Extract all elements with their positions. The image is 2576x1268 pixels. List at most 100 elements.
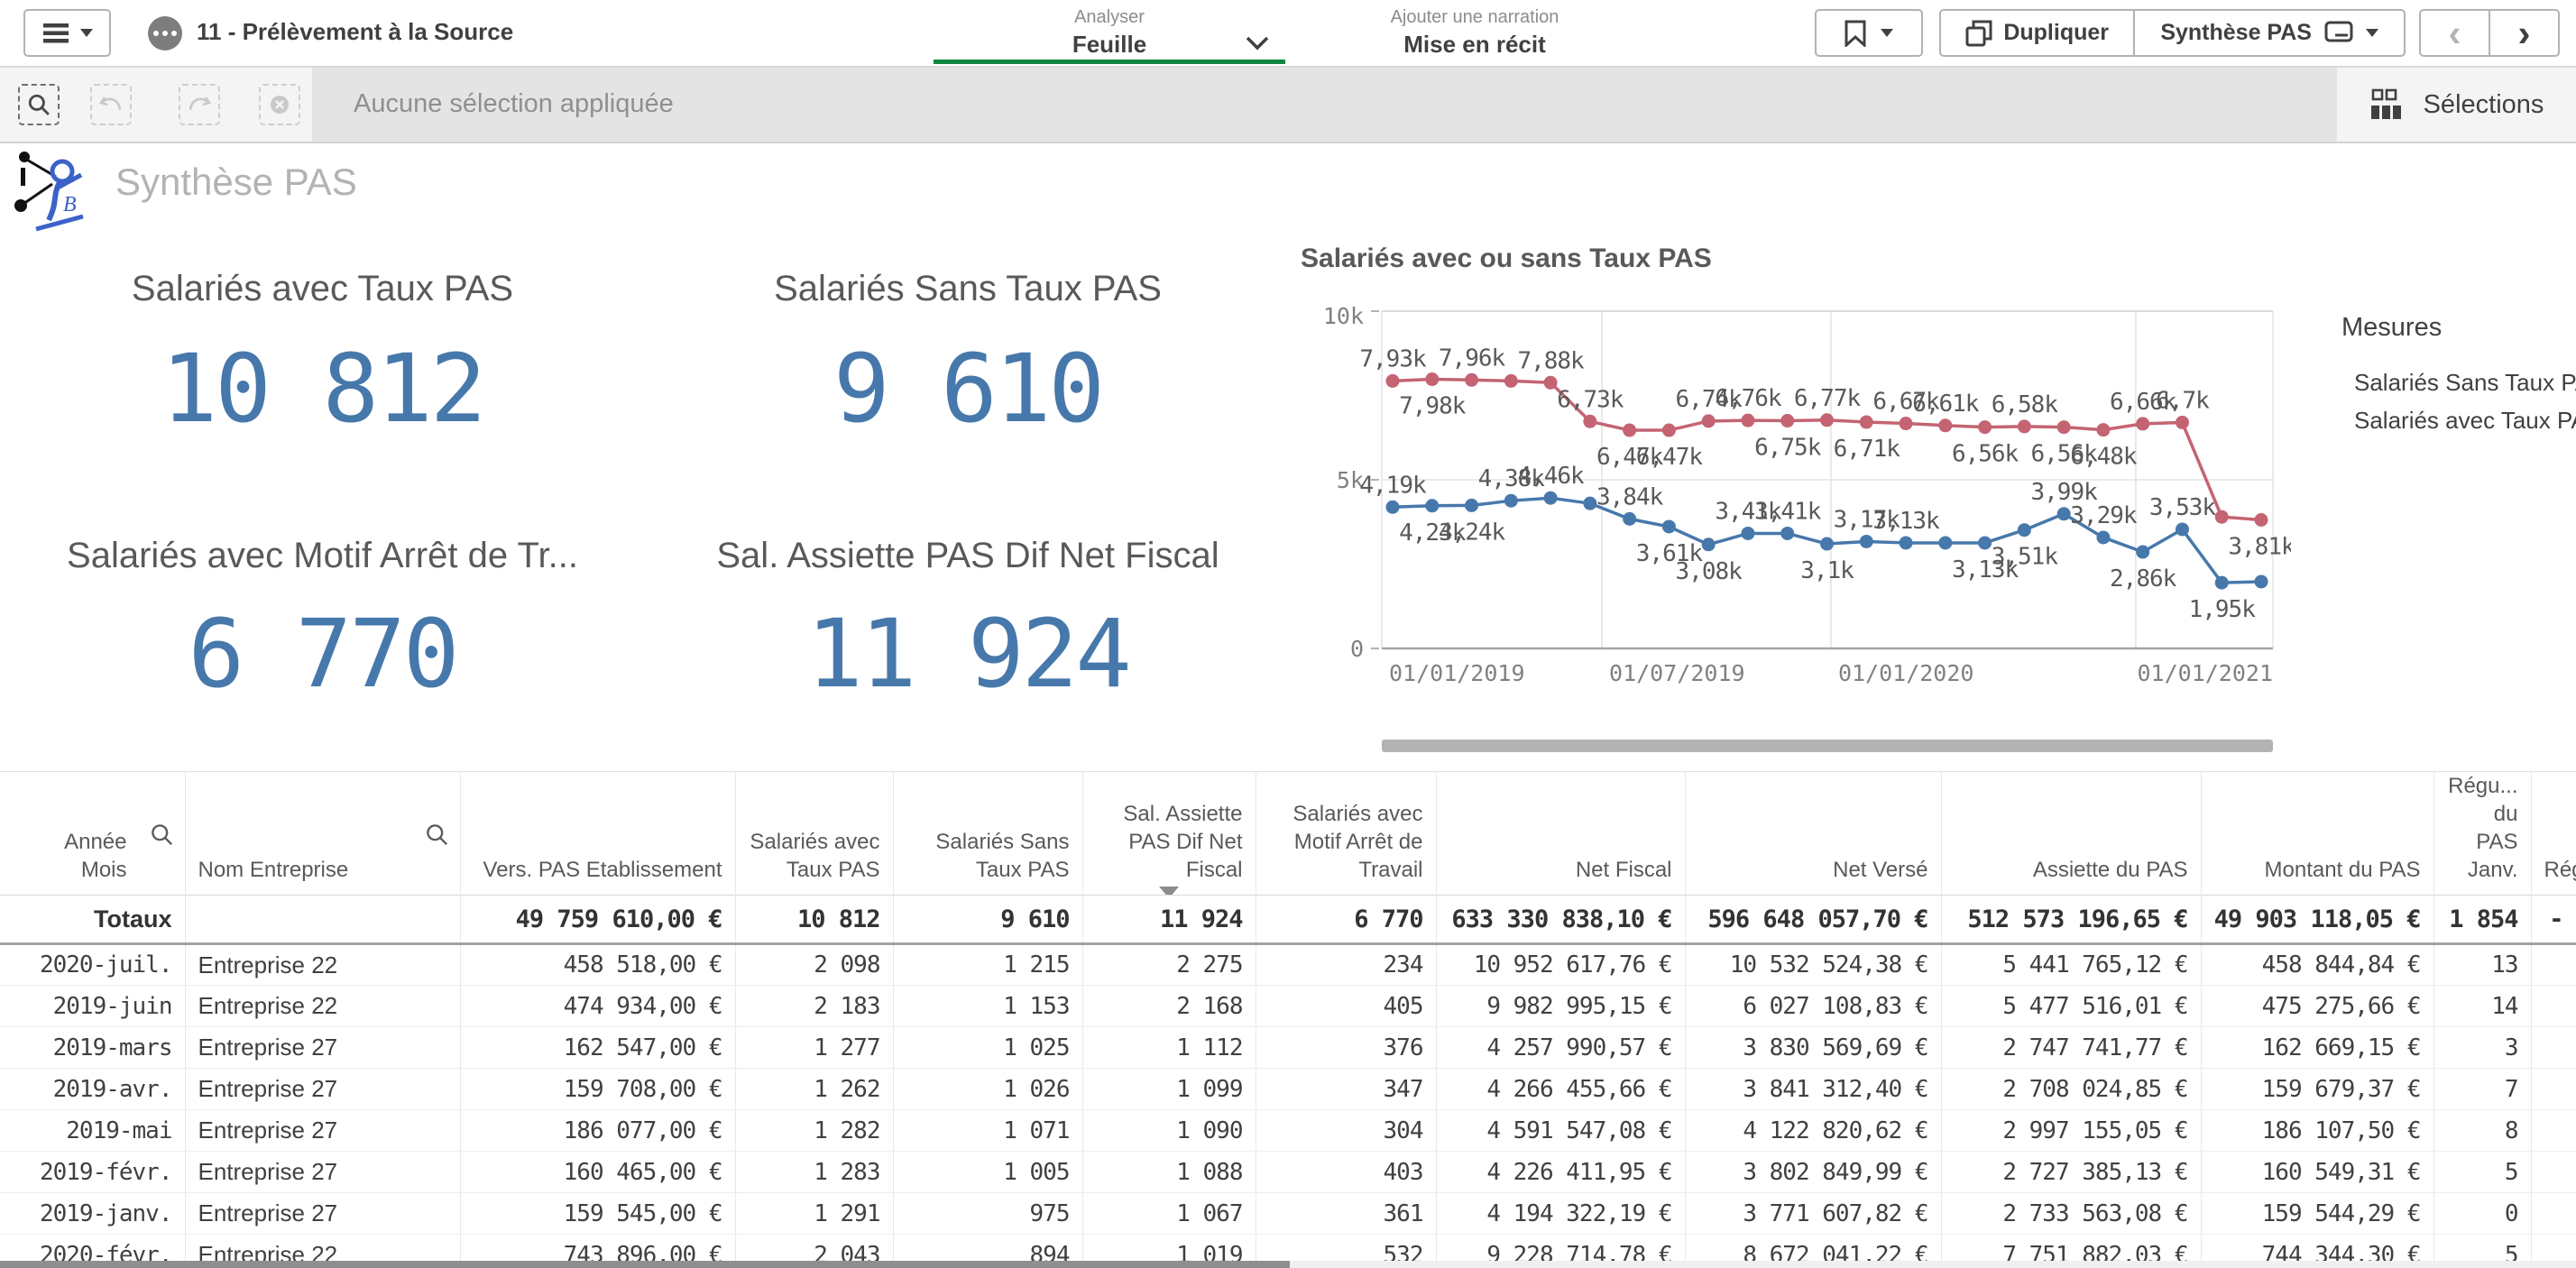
sort-descending-icon xyxy=(1159,887,1179,896)
table-cell: 1 067 xyxy=(1082,1193,1256,1235)
totals-cell: 633 330 838,10 € xyxy=(1436,896,1685,944)
smart-search-button[interactable] xyxy=(18,84,60,125)
column-header[interactable]: Salariés avec Taux PAS xyxy=(735,772,893,896)
hamburger-menu-icon xyxy=(42,23,69,44)
table-cell: 2 168 xyxy=(1082,986,1256,1027)
totals-cell: 9 610 xyxy=(893,896,1082,944)
table-scrollbar-thumb[interactable] xyxy=(0,1261,1290,1268)
table-cell: 361 xyxy=(1256,1193,1436,1235)
selections-panel-button[interactable]: Sélections xyxy=(2337,68,2576,142)
column-header[interactable]: Net Fiscal xyxy=(1436,772,1685,896)
table-cell[interactable]: Entreprise 22 xyxy=(185,986,460,1027)
table-cell[interactable]: 2019-janv. xyxy=(0,1193,185,1235)
svg-text:7,98k: 7,98k xyxy=(1399,393,1467,420)
table-cell: 405 xyxy=(1256,986,1436,1027)
bookmark-button[interactable] xyxy=(1815,9,1923,57)
duplicate-icon xyxy=(1965,20,1992,47)
table-cell: 1 262 xyxy=(735,1069,893,1110)
table-cell: 3 771 607,82 € xyxy=(1685,1193,1941,1235)
legend-item[interactable]: Salariés Sans Taux PAS xyxy=(2341,363,2574,401)
table-cell[interactable]: 2019-juin xyxy=(0,986,185,1027)
legend-item-label: Salariés Sans Taux PAS xyxy=(2354,369,2576,397)
next-sheet-button[interactable]: › xyxy=(2490,11,2558,55)
line-chart-plot[interactable]: 10k5k001/01/201901/07/201901/01/202001/0… xyxy=(1299,296,2291,702)
chevron-down-icon xyxy=(2366,29,2378,37)
column-header[interactable]: Régu... du PAS Janv. xyxy=(2433,772,2531,896)
kpi-value-motif-arret: 6 770 xyxy=(5,586,640,721)
redo-selection-button[interactable] xyxy=(179,84,220,125)
table-cell: 475 275,66 € xyxy=(2201,986,2433,1027)
svg-text:6,71k: 6,71k xyxy=(1834,436,1901,463)
svg-text:4,46k: 4,46k xyxy=(1517,463,1585,490)
svg-text:3,41k: 3,41k xyxy=(1754,498,1822,525)
kpi-label-salaries-avec-taux: Salariés avec Taux PAS xyxy=(5,269,640,314)
bookmark-icon xyxy=(1845,20,1866,47)
column-header[interactable]: Sal. Assiette PAS Dif Net Fiscal xyxy=(1082,772,1256,896)
svg-text:6,75k: 6,75k xyxy=(1754,435,1822,462)
column-search-icon[interactable] xyxy=(150,822,174,854)
totals-cell: 596 648 057,70 € xyxy=(1685,896,1941,944)
table-cell[interactable]: Entreprise 22 xyxy=(185,944,460,986)
table-row: 2019-marsEntreprise 27162 547,00 €1 2771… xyxy=(0,1027,2576,1069)
column-header[interactable]: Salariés avec Motif Arrêt de Travail xyxy=(1256,772,1436,896)
duplicate-button[interactable]: Dupliquer xyxy=(1941,11,2135,55)
sheet-actions-group: Dupliquer Synthèse PAS xyxy=(1939,9,2406,57)
table-cell[interactable]: 2020-juil. xyxy=(0,944,185,986)
tab-narration[interactable]: Ajouter une narration Mise en récit xyxy=(1299,5,1651,60)
undo-selection-button[interactable] xyxy=(90,84,132,125)
table-cell[interactable]: 2019-mai xyxy=(0,1110,185,1152)
column-header[interactable]: Assiette du PAS xyxy=(1941,772,2201,896)
column-header[interactable]: Rég xyxy=(2531,772,2576,896)
previous-sheet-button[interactable]: ‹ xyxy=(2421,11,2490,55)
legend-item[interactable]: Salariés avec Taux PAS xyxy=(2341,401,2574,439)
global-menu-button[interactable] xyxy=(23,9,111,57)
table-cell: 2 275 xyxy=(1082,944,1256,986)
table-cell: 2 997 155,05 € xyxy=(1941,1110,2201,1152)
table-cell xyxy=(2531,1110,2576,1152)
table-cell: 2 098 xyxy=(735,944,893,986)
svg-text:6,56k: 6,56k xyxy=(1952,441,2019,468)
totals-cell: - xyxy=(2531,896,2576,944)
selections-panel-label: Sélections xyxy=(2424,90,2544,120)
chart-horizontal-scrollbar[interactable] xyxy=(1382,740,2273,752)
table-cell: 1 277 xyxy=(735,1027,893,1069)
table-cell[interactable]: Entreprise 27 xyxy=(185,1152,460,1193)
column-header[interactable]: Nom Entreprise xyxy=(185,772,460,896)
table-cell[interactable]: Entreprise 27 xyxy=(185,1069,460,1110)
table-cell: 2 747 741,77 € xyxy=(1941,1027,2201,1069)
table-cell: 160 465,00 € xyxy=(460,1152,735,1193)
clear-selections-button[interactable] xyxy=(259,84,300,125)
table-cell: 14 xyxy=(2433,986,2531,1027)
column-header[interactable]: Montant du PAS xyxy=(2201,772,2433,896)
kpi-label-assiette-dif: Sal. Assiette PAS Dif Net Fiscal xyxy=(652,536,1283,581)
column-header[interactable]: Salariés Sans Taux PAS xyxy=(893,772,1082,896)
svg-text:7,93k: 7,93k xyxy=(1359,345,1427,372)
table-cell: 159 679,37 € xyxy=(2201,1069,2433,1110)
chevron-down-icon xyxy=(1881,29,1893,37)
table-cell: 4 257 990,57 € xyxy=(1436,1027,1685,1069)
kpi-label-salaries-sans-taux: Salariés Sans Taux PAS xyxy=(652,269,1283,314)
table-cell: 5 441 765,12 € xyxy=(1941,944,2201,986)
tab-analyser-feuille[interactable]: Analyser Feuille xyxy=(934,5,1285,60)
app-info-ellipsis-icon[interactable] xyxy=(148,16,182,51)
svg-text:6,48k: 6,48k xyxy=(2070,444,2138,471)
column-header[interactable]: Net Versé xyxy=(1685,772,1941,896)
table-cell[interactable]: 2019-avr. xyxy=(0,1069,185,1110)
table-cell[interactable]: Entreprise 27 xyxy=(185,1193,460,1235)
table-cell[interactable]: 2019-févr. xyxy=(0,1152,185,1193)
table-cell: 1 215 xyxy=(893,944,1082,986)
table-cell: 1 026 xyxy=(893,1069,1082,1110)
table-cell[interactable]: 2019-mars xyxy=(0,1027,185,1069)
table-cell: 9 982 995,15 € xyxy=(1436,986,1685,1027)
totals-cell: 11 924 xyxy=(1082,896,1256,944)
sheet-selector-button[interactable]: Synthèse PAS xyxy=(2135,11,2404,55)
column-header[interactable]: Année Mois xyxy=(0,772,185,896)
totals-cell: 49 903 118,05 € xyxy=(2201,896,2433,944)
svg-text:01/01/2020: 01/01/2020 xyxy=(1838,660,1974,686)
table-cell[interactable]: Entreprise 27 xyxy=(185,1027,460,1069)
legend-title: Mesures xyxy=(2341,311,2574,344)
column-header[interactable]: Vers. PAS Etablissement xyxy=(460,772,735,896)
column-search-icon[interactable] xyxy=(425,822,449,854)
table-cell[interactable]: Entreprise 27 xyxy=(185,1110,460,1152)
totals-cell: 49 759 610,00 € xyxy=(460,896,735,944)
